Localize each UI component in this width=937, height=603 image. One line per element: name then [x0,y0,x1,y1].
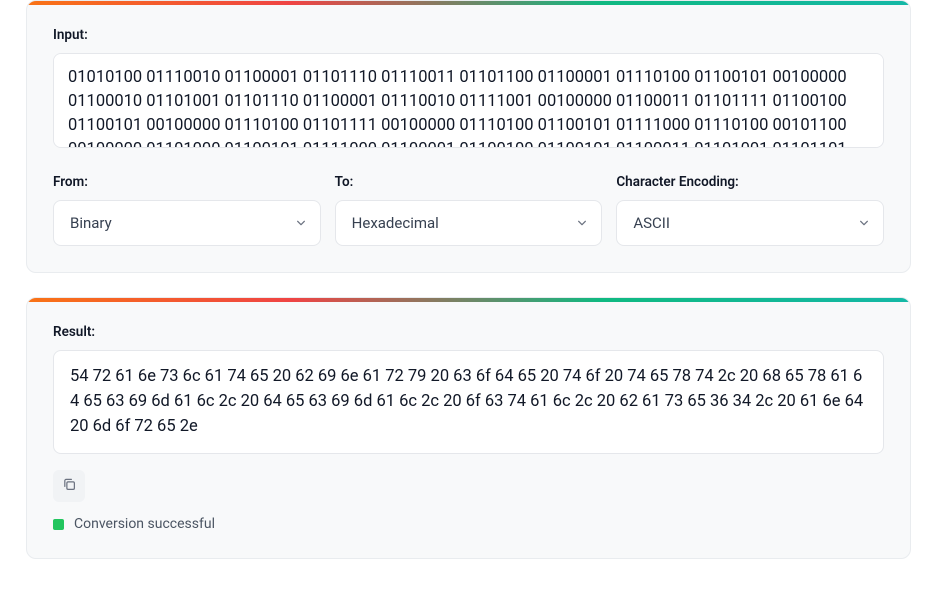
chevron-down-icon [577,218,587,228]
result-output[interactable]: 54 72 61 6e 73 6c 61 74 65 20 62 69 6e 6… [53,350,884,454]
encoding-select[interactable]: ASCII [616,200,884,246]
input-card: Input: From: Binary To: [26,0,911,273]
result-label: Result: [53,324,884,340]
copy-icon [62,477,77,496]
status-indicator-icon [53,519,64,530]
to-select[interactable]: Hexadecimal [335,200,603,246]
from-select[interactable]: Binary [53,200,321,246]
to-label: To: [335,174,603,190]
result-card: Result: 54 72 61 6e 73 6c 61 74 65 20 62… [26,297,911,559]
encoding-select-value: ASCII [633,214,670,232]
copy-button[interactable] [53,470,85,502]
status-row: Conversion successful [53,516,884,532]
input-textarea[interactable] [53,53,884,148]
from-label: From: [53,174,321,190]
to-select-value: Hexadecimal [352,214,439,232]
chevron-down-icon [296,218,306,228]
status-text: Conversion successful [74,516,215,532]
encoding-label: Character Encoding: [616,174,884,190]
from-select-value: Binary [70,214,112,232]
input-label: Input: [53,27,884,43]
chevron-down-icon [859,218,869,228]
